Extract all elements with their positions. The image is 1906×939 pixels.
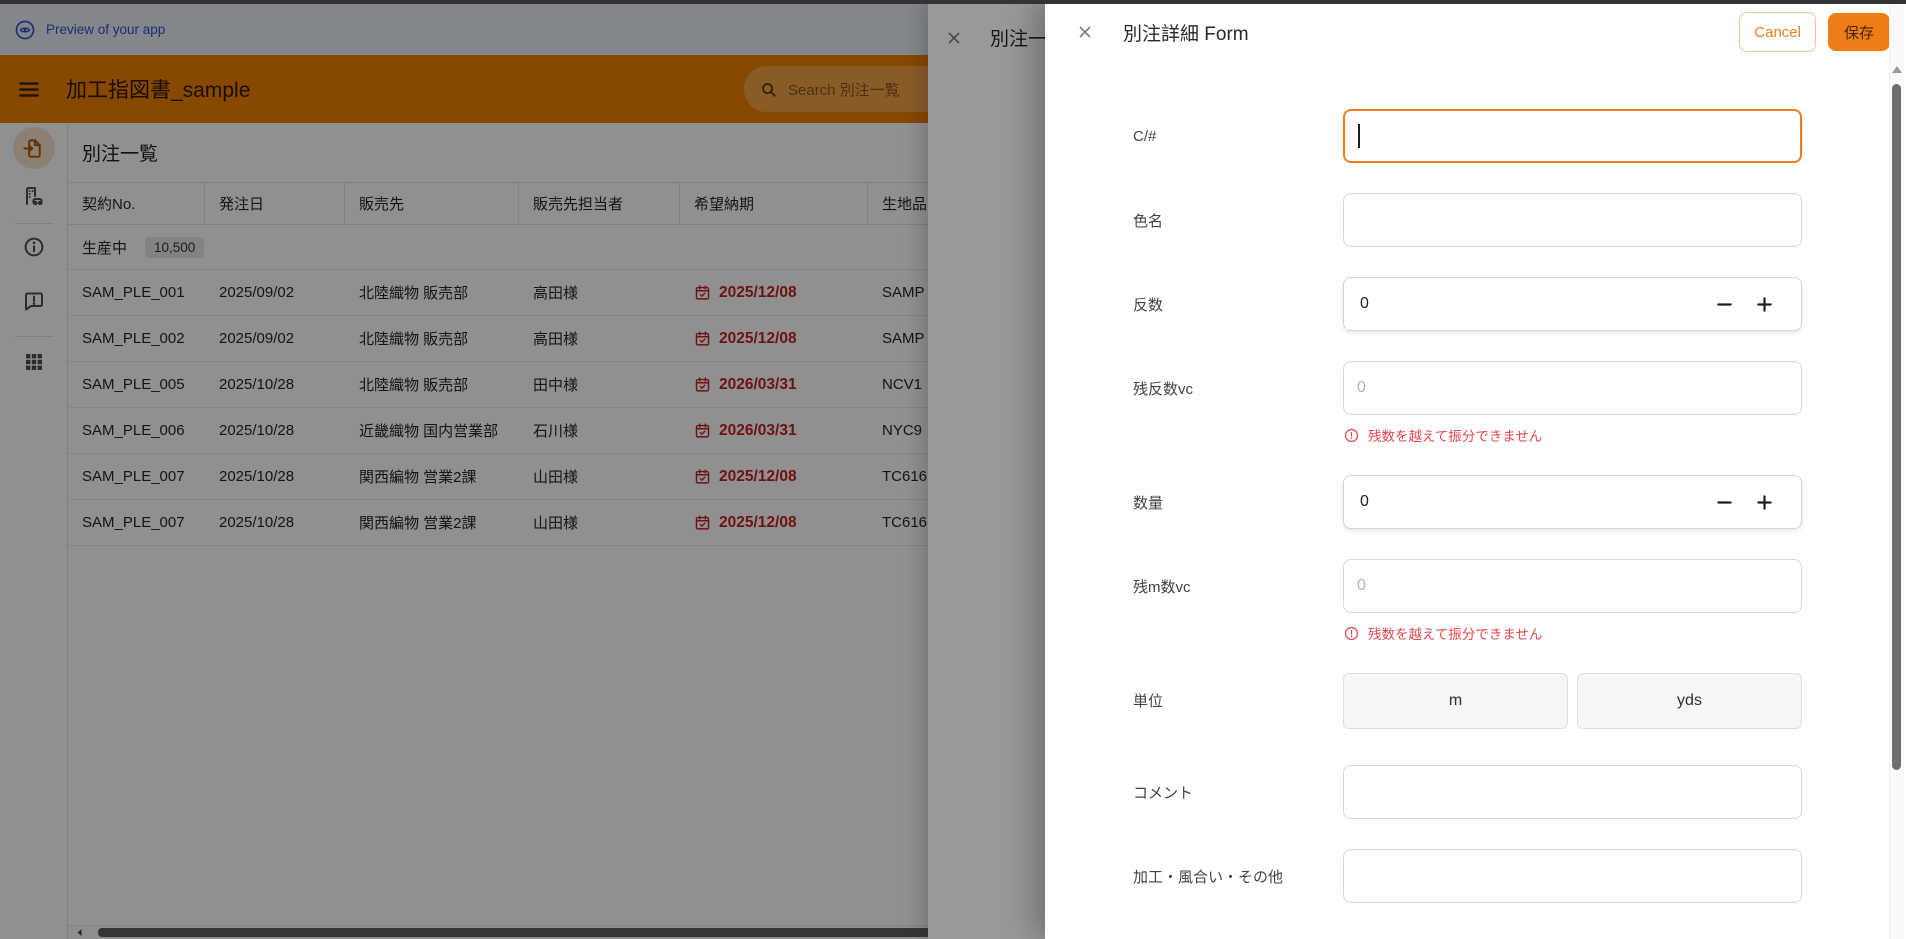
field-label-comment: コメント (1133, 765, 1343, 819)
form-field-remaining-m: 残m数vc 0 残数を越えて振分できません (1133, 559, 1906, 643)
save-button[interactable]: 保存 (1828, 13, 1890, 51)
detail-form-drawer: 別注詳細 Form Cancel 保存 C/# 色名反数 0 残反数vc 0 残数を越えて… (1045, 0, 1906, 939)
field-label-c-number: C/# (1133, 109, 1343, 163)
vertical-scrollbar (1889, 0, 1904, 939)
c-number-input[interactable] (1343, 109, 1802, 163)
unit-option-m[interactable]: m (1343, 673, 1568, 729)
unit-option-yds[interactable]: yds (1577, 673, 1802, 729)
roll-count-stepper[interactable]: 0 (1343, 277, 1802, 331)
field-label-quantity: 数量 (1133, 475, 1343, 529)
drawer-header: 別注詳細 Form Cancel 保存 (1045, 0, 1906, 64)
form-field-c-number: C/# (1133, 109, 1906, 163)
form-field-remaining-rolls: 残反数vc 0 残数を越えて振分できません (1133, 361, 1906, 445)
field-label-remaining-m: 残m数vc (1133, 559, 1343, 613)
field-control-remaining-rolls: 0 残数を越えて振分できません (1343, 361, 1802, 445)
form-field-color-name: 色名 (1133, 193, 1906, 247)
window-top-edge (0, 0, 1906, 4)
field-control-processing-texture-other (1343, 849, 1802, 903)
error-icon (1343, 427, 1360, 444)
plus-icon[interactable] (1751, 291, 1777, 317)
field-label-unit: 単位 (1133, 673, 1343, 727)
field-error-remaining-m: 残数を越えて振分できません (1343, 623, 1802, 643)
form-field-unit: 単位myds (1133, 673, 1906, 729)
field-label-color-name: 色名 (1133, 193, 1343, 247)
field-label-remaining-rolls: 残反数vc (1133, 361, 1343, 415)
vertical-scrollbar-thumb[interactable] (1892, 84, 1901, 770)
form-field-quantity: 数量 0 (1133, 475, 1906, 529)
processing-texture-other-input[interactable] (1343, 849, 1802, 903)
comment-input[interactable] (1343, 765, 1802, 819)
drawer-close-icon[interactable] (1075, 22, 1095, 42)
field-error-remaining-rolls: 残数を越えて振分できません (1343, 425, 1802, 445)
placeholder-text: 0 (1357, 577, 1366, 595)
color-name-input[interactable] (1343, 193, 1802, 247)
screen: Preview of your app 加工指図書_sample Search … (0, 0, 1906, 939)
text-cursor (1358, 124, 1360, 148)
field-label-processing-texture-other: 加工・風合い・その他 (1133, 849, 1343, 903)
field-control-remaining-m: 0 残数を越えて振分できません (1343, 559, 1802, 643)
plus-icon[interactable] (1751, 489, 1777, 515)
form-field-roll-count: 反数 0 (1133, 277, 1906, 331)
field-control-color-name (1343, 193, 1802, 247)
quantity-stepper[interactable]: 0 (1343, 475, 1802, 529)
cancel-button[interactable]: Cancel (1739, 12, 1816, 52)
field-control-quantity: 0 (1343, 475, 1802, 529)
drawer-form: C/#色名反数0残反数vc0残数を越えて振分できません数量0残m数vc0残数を越… (1045, 64, 1906, 903)
remaining-m-input[interactable]: 0 (1343, 559, 1802, 613)
error-icon (1343, 625, 1360, 642)
field-control-c-number (1343, 109, 1802, 163)
stepper-value: 0 (1360, 493, 1711, 511)
field-label-roll-count: 反数 (1133, 277, 1343, 331)
form-field-processing-texture-other: 加工・風合い・その他 (1133, 849, 1906, 903)
drawer-title: 別注詳細 Form (1123, 19, 1739, 46)
minus-icon[interactable] (1711, 291, 1737, 317)
remaining-rolls-input[interactable]: 0 (1343, 361, 1802, 415)
stepper-value: 0 (1360, 295, 1711, 313)
form-field-comment: コメント (1133, 765, 1906, 819)
field-control-unit: myds (1343, 673, 1802, 729)
field-control-roll-count: 0 (1343, 277, 1802, 331)
minus-icon[interactable] (1711, 489, 1737, 515)
placeholder-text: 0 (1357, 379, 1366, 397)
scroll-up-arrow-icon[interactable] (1892, 66, 1902, 73)
field-control-comment (1343, 765, 1802, 819)
